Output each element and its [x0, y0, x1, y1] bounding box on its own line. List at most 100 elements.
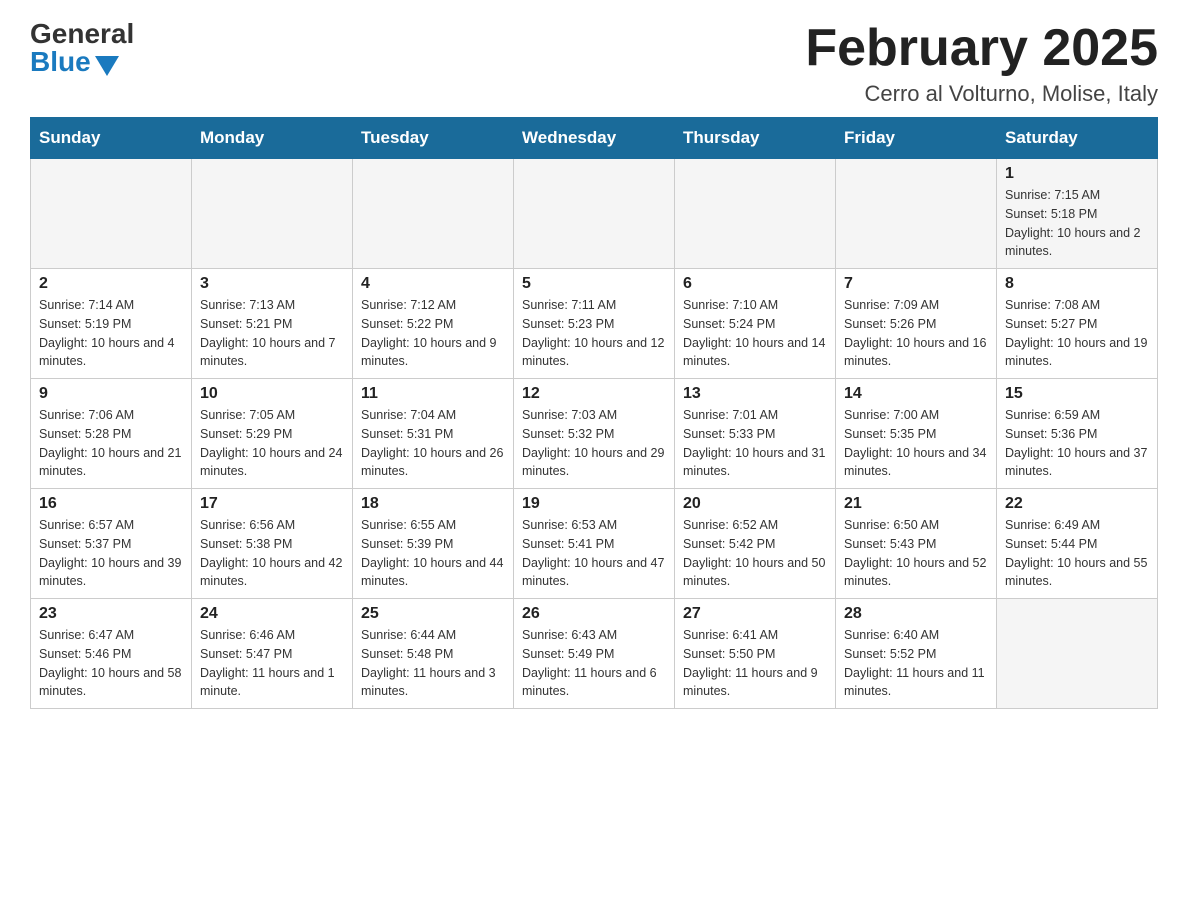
calendar-header-row: SundayMondayTuesdayWednesdayThursdayFrid…	[31, 118, 1158, 159]
day-info: Sunrise: 7:09 AM Sunset: 5:26 PM Dayligh…	[844, 296, 988, 371]
day-number: 16	[39, 495, 183, 513]
day-number: 28	[844, 605, 988, 623]
calendar-header-friday: Friday	[836, 118, 997, 159]
calendar-cell: 8Sunrise: 7:08 AM Sunset: 5:27 PM Daylig…	[997, 269, 1158, 379]
day-number: 24	[200, 605, 344, 623]
calendar-cell: 2 Sunrise: 7:14 AM Sunset: 5:19 PM Daylig…	[31, 269, 192, 379]
day-info: Sunrise: 7:13 AM Sunset: 5:21 PM Dayligh…	[200, 296, 344, 371]
day-info: Sunrise: 6:46 AM Sunset: 5:47 PM Dayligh…	[200, 626, 344, 701]
day-number: 13	[683, 385, 827, 403]
day-number: 19	[522, 495, 666, 513]
day-info: Sunrise: 7:14 AM Sunset: 5:19 PM Dayligh…	[39, 296, 183, 371]
calendar-week-row: 2 Sunrise: 7:14 AM Sunset: 5:19 PM Daylig…	[31, 269, 1158, 379]
calendar-cell: 12 Sunrise: 7:03 AM Sunset: 5:32 PM Dayli…	[514, 379, 675, 489]
day-number: 23	[39, 605, 183, 623]
logo-blue-text: Blue	[30, 48, 134, 76]
calendar-header-tuesday: Tuesday	[353, 118, 514, 159]
calendar-cell: 11 Sunrise: 7:04 AM Sunset: 5:31 PM Dayli…	[353, 379, 514, 489]
calendar-cell: 17 Sunrise: 6:56 AM Sunset: 5:38 PM Dayli…	[192, 489, 353, 599]
calendar-cell: 21 Sunrise: 6:50 AM Sunset: 5:43 PM Dayli…	[836, 489, 997, 599]
month-title: February 2025	[805, 20, 1158, 77]
calendar-cell: 5Sunrise: 7:11 AM Sunset: 5:23 PM Daylig…	[514, 269, 675, 379]
calendar-cell: 24 Sunrise: 6:46 AM Sunset: 5:47 PM Dayli…	[192, 599, 353, 709]
day-info: Sunrise: 6:59 AM Sunset: 5:36 PM Dayligh…	[1005, 406, 1149, 481]
calendar-header-wednesday: Wednesday	[514, 118, 675, 159]
day-info: Sunrise: 7:00 AM Sunset: 5:35 PM Dayligh…	[844, 406, 988, 481]
day-number: 3	[200, 275, 344, 293]
day-info: Sunrise: 6:50 AM Sunset: 5:43 PM Dayligh…	[844, 516, 988, 591]
calendar-cell	[31, 159, 192, 269]
title-block: February 2025 Cerro al Volturno, Molise,…	[805, 20, 1158, 107]
calendar-cell: 13 Sunrise: 7:01 AM Sunset: 5:33 PM Dayli…	[675, 379, 836, 489]
calendar-cell: 18 Sunrise: 6:55 AM Sunset: 5:39 PM Dayli…	[353, 489, 514, 599]
day-info: Sunrise: 7:06 AM Sunset: 5:28 PM Dayligh…	[39, 406, 183, 481]
calendar-cell: 28 Sunrise: 6:40 AM Sunset: 5:52 PM Dayli…	[836, 599, 997, 709]
calendar-header-saturday: Saturday	[997, 118, 1158, 159]
calendar-cell: 15 Sunrise: 6:59 AM Sunset: 5:36 PM Dayli…	[997, 379, 1158, 489]
calendar-cell	[192, 159, 353, 269]
calendar-cell: 26 Sunrise: 6:43 AM Sunset: 5:49 PM Dayli…	[514, 599, 675, 709]
day-number: 22	[1005, 495, 1149, 513]
calendar-cell: 14 Sunrise: 7:00 AM Sunset: 5:35 PM Dayli…	[836, 379, 997, 489]
day-info: Sunrise: 7:04 AM Sunset: 5:31 PM Dayligh…	[361, 406, 505, 481]
calendar-cell: 23 Sunrise: 6:47 AM Sunset: 5:46 PM Dayli…	[31, 599, 192, 709]
day-number: 11	[361, 385, 505, 403]
calendar-cell: 6 Sunrise: 7:10 AM Sunset: 5:24 PM Daylig…	[675, 269, 836, 379]
day-number: 8	[1005, 275, 1149, 293]
calendar-cell: 3 Sunrise: 7:13 AM Sunset: 5:21 PM Daylig…	[192, 269, 353, 379]
day-info: Sunrise: 6:49 AM Sunset: 5:44 PM Dayligh…	[1005, 516, 1149, 591]
calendar-cell: 4Sunrise: 7:12 AM Sunset: 5:22 PM Daylig…	[353, 269, 514, 379]
logo-triangle-icon	[95, 56, 119, 76]
calendar-cell	[514, 159, 675, 269]
day-number: 21	[844, 495, 988, 513]
calendar-cell	[353, 159, 514, 269]
day-info: Sunrise: 7:10 AM Sunset: 5:24 PM Dayligh…	[683, 296, 827, 371]
day-info: Sunrise: 7:15 AM Sunset: 5:18 PM Dayligh…	[1005, 186, 1149, 261]
calendar-header-thursday: Thursday	[675, 118, 836, 159]
day-info: Sunrise: 6:41 AM Sunset: 5:50 PM Dayligh…	[683, 626, 827, 701]
page-header: General Blue February 2025 Cerro al Volt…	[30, 20, 1158, 107]
day-info: Sunrise: 7:12 AM Sunset: 5:22 PM Dayligh…	[361, 296, 505, 371]
calendar-cell	[675, 159, 836, 269]
calendar-cell: 27 Sunrise: 6:41 AM Sunset: 5:50 PM Dayli…	[675, 599, 836, 709]
day-info: Sunrise: 6:40 AM Sunset: 5:52 PM Dayligh…	[844, 626, 988, 701]
day-info: Sunrise: 6:53 AM Sunset: 5:41 PM Dayligh…	[522, 516, 666, 591]
day-info: Sunrise: 6:43 AM Sunset: 5:49 PM Dayligh…	[522, 626, 666, 701]
day-number: 25	[361, 605, 505, 623]
calendar-cell: 9 Sunrise: 7:06 AM Sunset: 5:28 PM Daylig…	[31, 379, 192, 489]
day-info: Sunrise: 7:03 AM Sunset: 5:32 PM Dayligh…	[522, 406, 666, 481]
calendar-header-sunday: Sunday	[31, 118, 192, 159]
day-info: Sunrise: 6:55 AM Sunset: 5:39 PM Dayligh…	[361, 516, 505, 591]
day-number: 6	[683, 275, 827, 293]
day-number: 26	[522, 605, 666, 623]
logo-general-text: General	[30, 20, 134, 48]
day-info: Sunrise: 6:44 AM Sunset: 5:48 PM Dayligh…	[361, 626, 505, 701]
calendar-table: SundayMondayTuesdayWednesdayThursdayFrid…	[30, 117, 1158, 709]
day-number: 20	[683, 495, 827, 513]
day-info: Sunrise: 6:47 AM Sunset: 5:46 PM Dayligh…	[39, 626, 183, 701]
calendar-week-row: 23 Sunrise: 6:47 AM Sunset: 5:46 PM Dayli…	[31, 599, 1158, 709]
day-number: 18	[361, 495, 505, 513]
calendar-week-row: 9 Sunrise: 7:06 AM Sunset: 5:28 PM Daylig…	[31, 379, 1158, 489]
location-subtitle: Cerro al Volturno, Molise, Italy	[805, 81, 1158, 107]
calendar-cell: 10Sunrise: 7:05 AM Sunset: 5:29 PM Dayli…	[192, 379, 353, 489]
day-number: 9	[39, 385, 183, 403]
calendar-cell: 25 Sunrise: 6:44 AM Sunset: 5:48 PM Dayli…	[353, 599, 514, 709]
calendar-week-row: 16 Sunrise: 6:57 AM Sunset: 5:37 PM Dayli…	[31, 489, 1158, 599]
day-number: 17	[200, 495, 344, 513]
logo: General Blue	[30, 20, 134, 76]
day-number: 12	[522, 385, 666, 403]
day-number: 7	[844, 275, 988, 293]
day-number: 15	[1005, 385, 1149, 403]
calendar-week-row: 1Sunrise: 7:15 AM Sunset: 5:18 PM Daylig…	[31, 159, 1158, 269]
calendar-cell: 20 Sunrise: 6:52 AM Sunset: 5:42 PM Dayli…	[675, 489, 836, 599]
day-number: 2	[39, 275, 183, 293]
day-number: 27	[683, 605, 827, 623]
day-info: Sunrise: 6:56 AM Sunset: 5:38 PM Dayligh…	[200, 516, 344, 591]
day-number: 5	[522, 275, 666, 293]
day-info: Sunrise: 6:52 AM Sunset: 5:42 PM Dayligh…	[683, 516, 827, 591]
day-info: Sunrise: 6:57 AM Sunset: 5:37 PM Dayligh…	[39, 516, 183, 591]
day-info: Sunrise: 7:01 AM Sunset: 5:33 PM Dayligh…	[683, 406, 827, 481]
calendar-cell: 19 Sunrise: 6:53 AM Sunset: 5:41 PM Dayli…	[514, 489, 675, 599]
day-number: 14	[844, 385, 988, 403]
